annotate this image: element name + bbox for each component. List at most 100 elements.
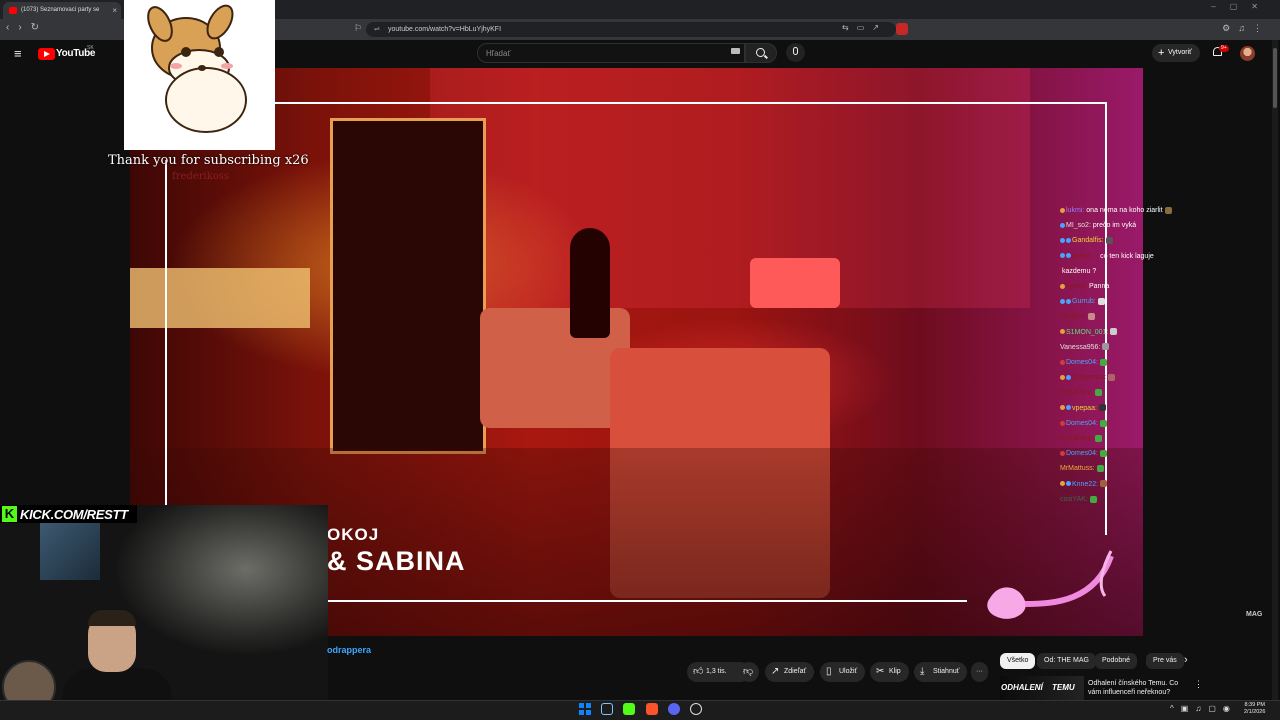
chat-emote-icon [1089,495,1097,503]
chat-emote-icon [1108,373,1116,381]
chat-badge-icon [1060,238,1065,244]
recommended-video-title[interactable]: Odhalení čínského Temu. Co vám influence… [1088,679,1188,699]
more-actions-button[interactable]: ··· [971,662,988,682]
overlay-frame-line [327,600,967,602]
chevron-right-icon[interactable]: › [1184,654,1188,666]
chat-emote-icon [1164,206,1172,214]
chat-message: RybaDory: [1060,431,1210,446]
chat-badge-icon [1060,374,1065,380]
chip-related[interactable]: Podobné [1095,653,1138,669]
chat-text: kazdemu ? [1062,267,1097,275]
browser-menu-icons[interactable]: ⚙♫⋮ [1222,23,1270,34]
chat-emote-icon [1097,297,1105,305]
chat-emote-icon [1099,449,1107,457]
download-button[interactable]: ⤓ Stiahnuť [914,662,968,682]
chip-for-you[interactable]: Pre vás [1146,653,1184,669]
chat-badge-icon [1066,253,1071,259]
share-icon: ↗ [771,666,780,677]
chip-from-channel[interactable]: Od: THE MAG [1037,653,1096,669]
overlay-frame-line [165,160,167,505]
brave-browser-icon[interactable] [646,703,658,715]
chat-message: vpepaa: [1060,401,1210,416]
thumbnail-text-2: TEMU [1052,683,1075,692]
chat-message: Tuzinus: [1060,309,1210,324]
browser-tab[interactable]: (1073) Seznamovací party se × [3,2,121,19]
chat-badge-icon [1060,253,1065,259]
scrollbar-thumb[interactable] [1273,48,1277,108]
chat-text: Panna [1089,283,1110,291]
more-actions-icon: ··· [976,668,983,675]
chat-username: Ferror: [1066,283,1087,291]
voice-search-icon[interactable] [786,43,805,62]
chat-badge-icon [1060,222,1065,228]
chat-text: prečo im vyká [1092,222,1137,230]
url-text: youtube.com/watch?v=HbLuYjhyKFI [388,26,502,33]
chat-message: kazdemu ? [1060,264,1210,279]
thumbs-up-icon: 👍︎ [693,666,704,677]
dislike-button[interactable]: 👎︎ [739,662,759,682]
chat-badge-icon [1060,420,1065,426]
windows-start-icon[interactable] [579,703,591,715]
account-avatar[interactable] [1240,46,1255,61]
chat-message: Domes04: [1060,446,1210,461]
page-scrollbar[interactable] [1272,40,1278,700]
stream-chat-overlay: lukmi: ona nema na koho ziarlit MI_so2: pre… [1060,203,1210,507]
chat-badge-icon [1066,481,1071,487]
address-bar[interactable]: ⇌ youtube.com/watch?v=HbLuYjhyKFI [366,22,896,37]
thumbnail-text: ODHALENÍ [1001,683,1043,692]
search-button[interactable] [745,43,777,63]
subscriber-alert-sticker [124,0,275,150]
obs-icon[interactable] [690,703,702,715]
site-info-icon[interactable]: ⇌ [374,22,380,37]
share-button[interactable]: ↗ Zdieľať [765,662,815,682]
description-link[interactable]: odrappera [327,645,371,655]
chat-badge-icon [1066,374,1071,380]
chat-emote-icon [1110,328,1118,336]
chat-message: lukmi: ona nema na koho ziarlit [1060,203,1210,218]
discord-icon[interactable] [668,703,680,715]
chat-message: Vanessa956: [1060,340,1210,355]
window-controls[interactable]: –▢✕ [1211,2,1272,11]
nav-buttons-icon[interactable]: ‹›↻ [6,22,48,33]
chat-username: Knne22: [1072,480,1099,488]
address-bar-actions-icon[interactable]: ⇆▭↗ [842,23,887,32]
chat-username: Gurrub: [1072,298,1096,306]
youtube-favicon-icon [9,7,17,14]
kick-app-icon[interactable] [623,703,635,715]
chat-badge-icon [1066,405,1071,411]
chat-badge-icon [1060,481,1065,487]
bookmark-icon[interactable]: ⚐ [354,23,362,34]
hamburger-menu-icon[interactable]: ≡ [14,46,22,61]
chat-badge-icon [1060,405,1065,411]
tab-title: (1073) Seznamovací party se [21,7,100,13]
recommended-video-thumbnail[interactable]: ODHALENÍ TEMU [1000,676,1084,700]
clip-button[interactable]: ✂ Klip [870,662,909,682]
kick-url: KICK.COM/RESTT [20,507,128,522]
chat-badge-icon [1060,450,1065,456]
chat-emote-icon [1105,237,1113,245]
keyboard-icon[interactable] [731,48,740,54]
chat-username: Tuzinus: [1060,313,1087,321]
save-button[interactable]: ▯ Uložiť [820,662,866,682]
system-tray-icons[interactable]: ^▣♫▢◉ [1170,704,1237,713]
room-label-line2: & SABINA [327,546,466,576]
youtube-logo-icon[interactable] [38,48,55,60]
chat-emote-icon [1095,389,1103,397]
create-button[interactable]: + Vytvoriť [1152,44,1200,62]
download-label: Stiahnuť [933,668,960,675]
close-tab-icon[interactable]: × [112,2,117,19]
chip-all[interactable]: Všetko [1000,653,1036,669]
search-input[interactable]: Hľadať [477,43,745,63]
taskbar-clock[interactable]: 8:39 PM 2/1/2026 [1244,702,1265,716]
chat-emote-icon [1088,313,1096,321]
kick-logo-icon: K [2,506,17,522]
chat-emote-icon [1095,434,1103,442]
chat-username: S1MON_001: [1066,328,1109,336]
video-menu-icon[interactable]: ⋮ [1194,679,1203,690]
country-code: SK [87,45,94,51]
task-view-icon[interactable] [601,703,613,715]
bookmark-save-icon: ▯ [826,666,832,677]
chat-username: MrMattuss: [1060,465,1095,473]
extension-icon[interactable] [896,23,908,35]
chat-emote-icon [1100,480,1108,488]
